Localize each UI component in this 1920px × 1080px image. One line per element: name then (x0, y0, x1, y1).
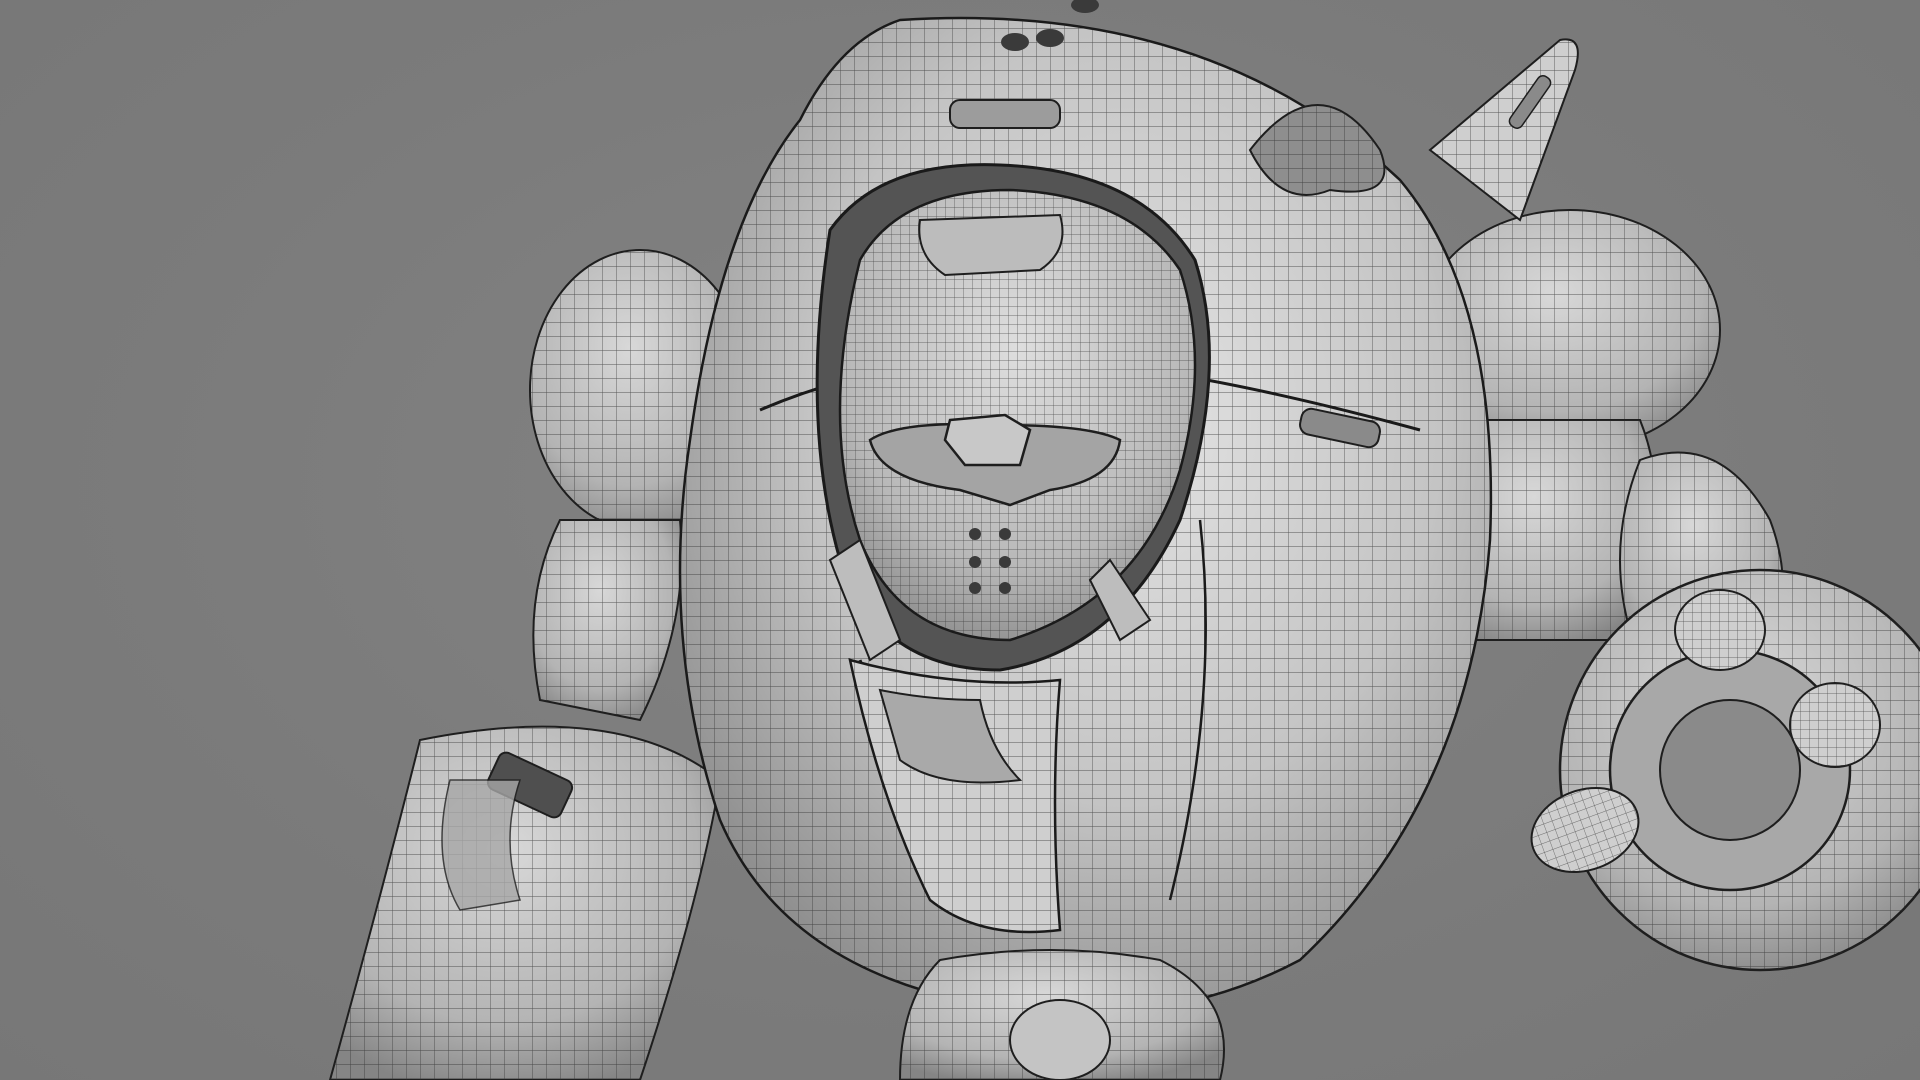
back-fin (1428, 38, 1579, 222)
wireframe-model-render (328, 0, 1920, 1080)
left-forearm (328, 725, 722, 1080)
hip-joint (898, 949, 1225, 1080)
finger-2 (1789, 682, 1881, 768)
3d-viewport[interactable] (0, 0, 1920, 1080)
finger-1 (1674, 589, 1766, 671)
